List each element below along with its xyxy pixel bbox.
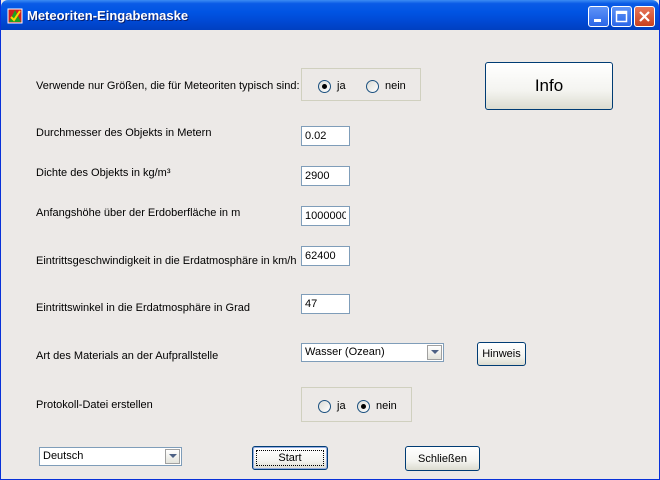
info-button[interactable]: Info	[485, 62, 613, 110]
typical-sizes-no-radio[interactable]	[366, 80, 379, 93]
app-icon	[7, 8, 23, 24]
maximize-button[interactable]	[611, 6, 632, 27]
title-bar[interactable]: Meteoriten-Eingabemaske	[1, 0, 659, 30]
log-file-yes-radio[interactable]	[318, 400, 331, 413]
language-select[interactable]: Deutsch	[39, 447, 182, 466]
diameter-input[interactable]	[301, 126, 350, 146]
density-label: Dichte des Objekts in kg/m³	[36, 167, 171, 179]
typical-sizes-yes-label[interactable]: ja	[337, 80, 346, 92]
typical-sizes-group: ja nein	[301, 68, 421, 101]
entry-velocity-label: Eintrittsgeschwindigkeit in die Erdatmos…	[36, 255, 297, 267]
language-selected-value: Deutsch	[43, 450, 84, 462]
close-window-button[interactable]	[634, 6, 655, 27]
start-button[interactable]: Start	[252, 446, 328, 470]
minimize-icon	[594, 19, 601, 22]
hint-button[interactable]: Hinweis	[477, 342, 526, 366]
entry-velocity-input[interactable]	[301, 246, 350, 266]
minimize-button[interactable]	[588, 6, 609, 27]
material-label: Art des Materials an der Aufprallstelle	[36, 350, 219, 362]
maximize-icon	[615, 10, 628, 23]
entry-angle-input[interactable]	[301, 294, 350, 314]
main-window: Meteoriten-Eingabemaske Verwende nur Grö…	[0, 0, 660, 480]
log-file-yes-label[interactable]: ja	[337, 400, 346, 412]
diameter-label: Durchmesser des Objekts in Metern	[36, 127, 212, 139]
chevron-down-icon	[169, 454, 177, 458]
initial-height-label: Anfangshöhe über der Erdoberfläche in m	[36, 207, 241, 219]
window-title: Meteoriten-Eingabemaske	[27, 8, 189, 23]
log-file-no-label[interactable]: nein	[376, 400, 397, 412]
initial-height-input[interactable]	[301, 206, 350, 226]
language-dropdown-arrow[interactable]	[165, 449, 180, 464]
density-input[interactable]	[301, 166, 350, 186]
material-select[interactable]: Wasser (Ozean)	[301, 343, 444, 362]
close-icon	[639, 11, 650, 22]
start-button-label: Start	[278, 452, 302, 464]
form-area: Verwende nur Größen, die für Meteoriten …	[4, 30, 656, 476]
typical-sizes-label: Verwende nur Größen, die für Meteoriten …	[36, 80, 300, 92]
close-button[interactable]: Schließen	[405, 446, 480, 471]
chevron-down-icon	[431, 350, 439, 354]
typical-sizes-no-label[interactable]: nein	[385, 80, 406, 92]
log-file-group: ja nein	[301, 387, 412, 422]
entry-angle-label: Eintrittswinkel in die Erdatmosphäre in …	[36, 302, 250, 314]
log-file-no-radio[interactable]	[357, 400, 370, 413]
material-selected-value: Wasser (Ozean)	[305, 346, 385, 358]
log-file-label: Protokoll-Datei erstellen	[36, 399, 153, 411]
typical-sizes-yes-radio[interactable]	[318, 80, 331, 93]
material-dropdown-arrow[interactable]	[427, 345, 442, 360]
